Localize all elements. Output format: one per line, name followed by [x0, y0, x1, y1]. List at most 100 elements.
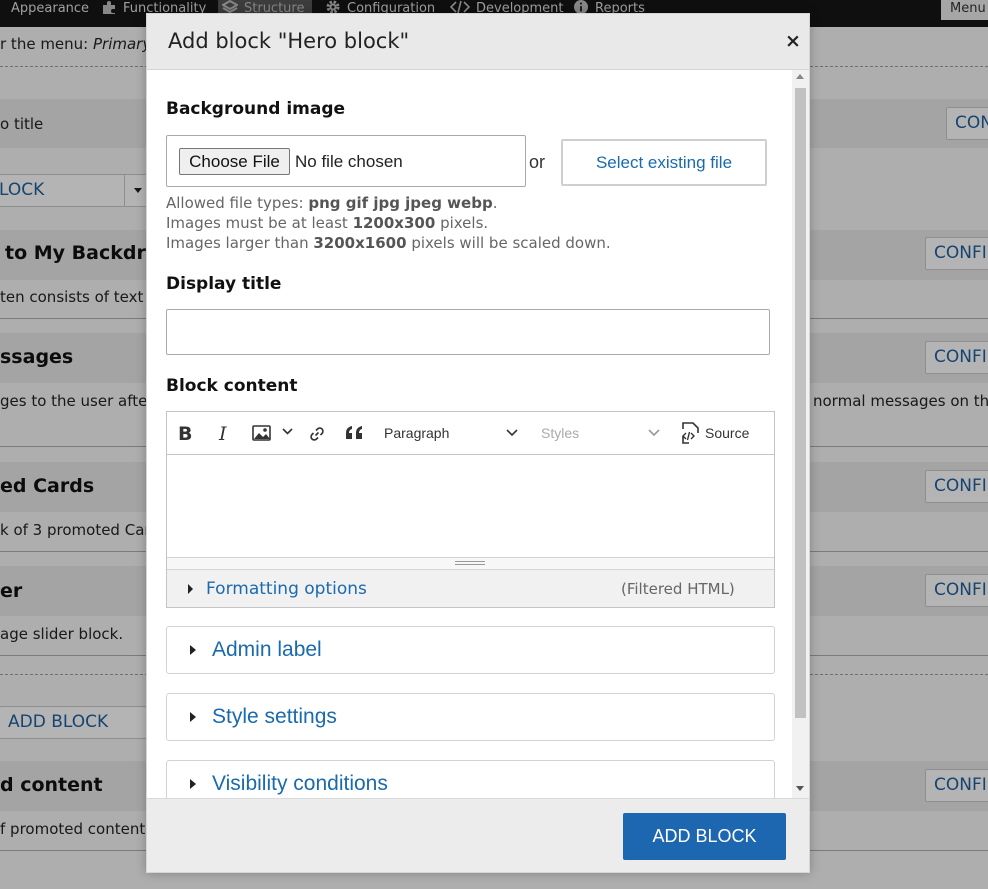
add-block-label: ADD BLOCK	[8, 712, 109, 732]
help-text: .	[492, 194, 498, 212]
menu-info-prefix: r the menu:	[0, 35, 93, 53]
add-block-button[interactable]: ADD BLOCK	[0, 706, 147, 739]
caret-right-icon	[190, 779, 196, 789]
display-title-label: Display title	[166, 274, 282, 294]
link-icon	[310, 427, 324, 441]
visibility-conditions-section[interactable]: Visibility conditions	[166, 760, 775, 798]
max-size-help: Images larger than 3200x1600 pixels will…	[166, 234, 611, 252]
link-button[interactable]	[307, 424, 327, 446]
add-block-dialog: Add block "Hero block" × Background imag…	[146, 13, 810, 873]
block-title: d content	[0, 774, 103, 796]
caret-right-icon	[188, 584, 193, 594]
source-icon	[682, 422, 699, 444]
help-text: Images larger than	[166, 234, 314, 252]
italic-button[interactable]: I	[219, 423, 227, 445]
layers-icon	[220, 0, 240, 14]
style-settings-section[interactable]: Style settings	[166, 693, 775, 741]
block-description: k of 3 promoted Card	[0, 521, 160, 539]
editor-toolbar: B I Paragraph Styles Source	[167, 412, 774, 455]
bold-button[interactable]: B	[178, 423, 192, 445]
block-description: ten consists of text c	[0, 288, 157, 306]
block-title: ssages	[0, 346, 74, 368]
file-upload-field[interactable]: Choose File No file chosen	[166, 135, 526, 187]
help-value: 1200x300	[352, 214, 436, 232]
text-format-name: (Filtered HTML)	[621, 580, 735, 598]
add-block-submit-button[interactable]: ADD BLOCK	[623, 813, 786, 860]
configure-button[interactable]: CONFI	[925, 237, 988, 270]
info-icon	[573, 0, 589, 14]
dialog-scrollbar[interactable]	[792, 70, 809, 798]
caret-right-icon	[190, 712, 196, 722]
block-title: ed Cards	[0, 475, 95, 497]
image-button[interactable]	[252, 424, 272, 446]
image-icon	[252, 425, 271, 441]
editor-resize-handle[interactable]	[167, 557, 774, 569]
section-label: Visibility conditions	[212, 772, 388, 795]
display-title-input[interactable]	[166, 309, 770, 355]
code-icon	[449, 0, 471, 14]
configure-button[interactable]: CONFI	[925, 574, 988, 607]
toolbar-item-label: Appearance	[11, 1, 90, 16]
block-description: ges to the user after	[0, 392, 154, 410]
help-text: pixels will be scaled down.	[406, 234, 611, 252]
caret-right-icon	[190, 645, 196, 655]
choose-file-button[interactable]: Choose File	[179, 148, 290, 175]
chevron-down-icon	[282, 428, 293, 435]
chevron-down-icon[interactable]	[506, 428, 518, 450]
source-button[interactable]	[680, 421, 702, 444]
block-title: to My Backdro	[5, 242, 159, 264]
section-label: Admin label	[212, 638, 322, 661]
menu-button[interactable]: Menu	[941, 0, 988, 20]
block-title: o title	[0, 115, 44, 133]
section-label: Style settings	[212, 705, 337, 728]
allowed-types-help: Allowed file types: png gif jpg jpeg web…	[166, 194, 497, 212]
dialog-body[interactable]: Background image Choose File No file cho…	[147, 70, 809, 798]
quote-icon	[346, 426, 362, 439]
heading-dropdown-label: Paragraph	[384, 425, 450, 441]
help-text: Images must be at least	[166, 214, 353, 232]
rich-text-editor: B I Paragraph Styles Source Formatting o…	[166, 411, 775, 608]
image-dropdown-button[interactable]	[282, 427, 293, 449]
dialog-footer: ADD BLOCK	[147, 798, 809, 872]
configure-button[interactable]: CONFI	[925, 470, 988, 503]
configure-button[interactable]: CON	[946, 107, 988, 140]
dropbutton-label: LOCK	[0, 180, 45, 200]
help-value: png gif jpg jpeg webp	[308, 194, 493, 212]
min-size-help: Images must be at least 1200x300 pixels.	[166, 214, 488, 232]
select-existing-file-button[interactable]: Select existing file	[561, 139, 767, 186]
styles-dropdown-label: Styles	[541, 425, 580, 441]
block-content-label: Block content	[166, 376, 298, 396]
dialog-header: Add block "Hero block" ×	[147, 14, 809, 70]
help-text: pixels.	[435, 214, 489, 232]
no-file-chosen-text: No file chosen	[295, 152, 403, 171]
block-description: age slider block.	[0, 625, 124, 643]
gear-icon	[325, 0, 341, 14]
menu-info-line: r the menu: Primary	[0, 35, 151, 53]
background-image-label: Background image	[166, 99, 346, 119]
block-description: f promoted content	[0, 820, 146, 838]
puzzle-icon	[101, 0, 117, 14]
close-icon[interactable]: ×	[784, 32, 802, 51]
configure-button[interactable]: CONFI	[925, 341, 988, 374]
or-separator: or	[529, 152, 546, 172]
configure-button[interactable]: CONFI	[925, 769, 988, 802]
help-text: Allowed file types:	[166, 194, 309, 212]
formatting-options-label: Formatting options	[206, 579, 367, 599]
admin-label-section[interactable]: Admin label	[166, 626, 775, 674]
blockquote-button[interactable]	[345, 425, 364, 447]
dialog-title: Add block "Hero block"	[168, 29, 410, 53]
source-label[interactable]: Source	[705, 425, 749, 441]
editor-content-area[interactable]	[167, 456, 774, 557]
scroll-up-arrow[interactable]	[796, 74, 804, 79]
block-title: er	[0, 580, 23, 602]
chevron-down-icon[interactable]	[648, 428, 660, 450]
scrollbar-thumb[interactable]	[795, 88, 806, 718]
heading-dropdown[interactable]: Paragraph	[384, 425, 449, 441]
toolbar-item-appearance[interactable]: Appearance	[0, 0, 89, 20]
formatting-options-toggle[interactable]: Formatting options (Filtered HTML)	[167, 569, 774, 607]
scroll-down-arrow[interactable]	[796, 786, 804, 791]
styles-dropdown[interactable]: Styles	[541, 425, 579, 441]
menu-info-name: Primary	[93, 35, 152, 53]
block-description: normal messages on the	[813, 392, 988, 410]
help-value: 3200x1600	[313, 234, 407, 252]
